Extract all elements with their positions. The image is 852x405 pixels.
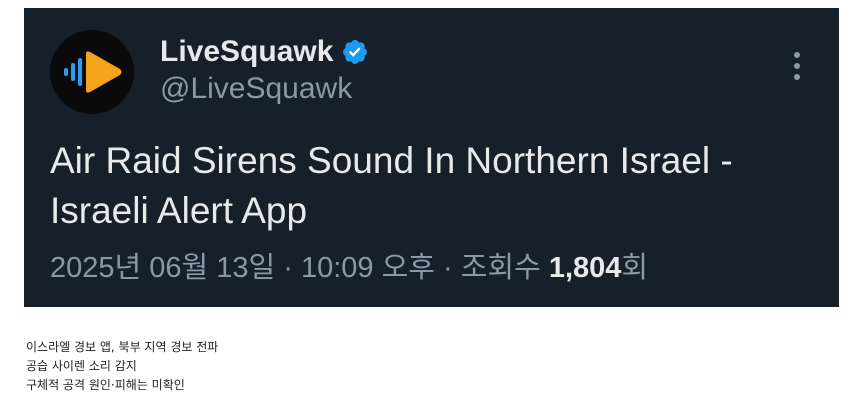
more-options-icon[interactable] — [785, 48, 809, 84]
caption-line: 공습 사이렌 소리 감지 — [26, 359, 137, 373]
meta-separator: · — [434, 252, 461, 284]
caption-line: 이스라엘 경보 앱, 북부 지역 경보 전파 — [26, 340, 219, 354]
display-name[interactable]: LiveSquawk — [160, 32, 333, 72]
verified-badge-icon — [341, 38, 369, 66]
livesquawk-logo-icon — [50, 30, 134, 114]
views-suffix: 회 — [621, 252, 649, 284]
tweet-meta: 2025년 06월 13일 · 10:09 오후 · 조회수 1,804회 — [50, 248, 648, 288]
tweet-text: Air Raid Sirens Sound In Northern Israel… — [50, 140, 733, 231]
timestamp[interactable]: 2025년 06월 13일 · 10:09 오후 — [50, 252, 435, 284]
author-name-row: LiveSquawk — [160, 32, 369, 72]
views-label: 조회수 — [460, 252, 549, 284]
author-handle[interactable]: @LiveSquawk — [160, 70, 352, 108]
tweet-card: LiveSquawk @LiveSquawk Air Raid Sirens S… — [24, 8, 839, 307]
views-count: 1,804 — [548, 252, 622, 284]
more-dot — [794, 63, 800, 69]
more-dot — [794, 74, 800, 80]
more-dot — [794, 52, 800, 58]
caption: 이스라엘 경보 앱, 북부 지역 경보 전파 공습 사이렌 소리 감지 구체적 … — [26, 338, 218, 395]
caption-line: 구체적 공격 원인·피해는 미확인 — [26, 378, 185, 392]
avatar[interactable] — [50, 30, 134, 114]
